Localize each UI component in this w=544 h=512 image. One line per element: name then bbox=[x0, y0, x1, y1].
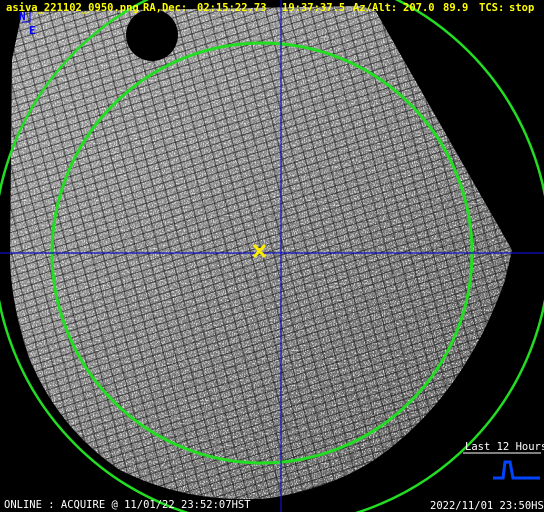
all-sky-camera-view bbox=[0, 0, 544, 512]
compass-east-label: E bbox=[29, 24, 36, 37]
image-filename: asiva_221102_0950.png bbox=[6, 2, 139, 14]
azalt-label: Az/Alt: bbox=[353, 2, 398, 14]
dec-value: 19:37:37.5 bbox=[282, 2, 346, 14]
radec-label: RA,Dec: bbox=[143, 2, 188, 14]
ra-value: 02:15:22.73 bbox=[197, 2, 267, 14]
az-value: 207.0 bbox=[403, 2, 435, 14]
acquire-status: ONLINE : ACQUIRE @ 11/01/22 23:52:07HST bbox=[4, 499, 251, 511]
image-timestamp: 2022/11/01 23:50HST bbox=[430, 500, 544, 512]
legend-title: Last 12 Hours bbox=[465, 441, 544, 453]
dome-occluder bbox=[126, 9, 178, 61]
compass-north-label: N bbox=[19, 10, 26, 23]
tcs-status: stop bbox=[509, 2, 535, 14]
alt-value: 89.9 bbox=[443, 2, 469, 14]
tcs-label: TCS: bbox=[479, 2, 505, 14]
